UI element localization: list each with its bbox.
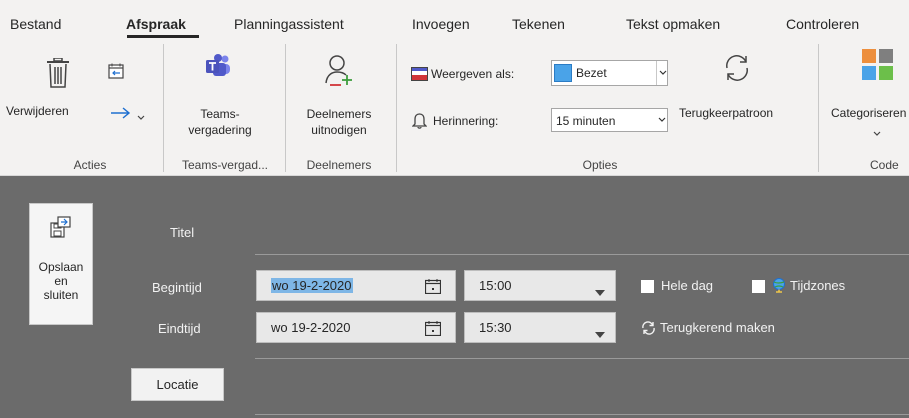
bell-icon [411, 112, 428, 132]
categorize-button[interactable]: Categoriseren [831, 106, 906, 120]
trash-icon[interactable] [46, 57, 70, 91]
group-label-acties: Acties [73, 158, 107, 172]
end-time-value: 15:30 [479, 320, 512, 335]
ribbon: Verwijderen Acties Teams- vergadering Te… [0, 40, 909, 176]
title-input[interactable] [255, 214, 909, 252]
chevron-down-icon[interactable] [137, 110, 145, 124]
recurrence-button[interactable]: Terugkeerpatroon [679, 106, 773, 120]
attendees-label-line1: Deelnemers [306, 107, 372, 121]
location-divider [255, 414, 909, 415]
group-separator [818, 44, 819, 172]
teams-icon[interactable] [205, 54, 231, 81]
timezones-label: Tijdzones [790, 278, 846, 293]
all-day-checkbox[interactable] [641, 280, 654, 293]
save-close-button[interactable]: Opslaan en sluiten [29, 203, 93, 325]
invite-attendees-button[interactable]: Deelnemers uitnodigen [290, 106, 388, 138]
start-time-value: 15:00 [479, 278, 512, 293]
group-label-opties: Opties [582, 158, 618, 172]
save-close-icon [50, 216, 72, 241]
chevron-down-icon[interactable] [873, 126, 881, 140]
start-date-field[interactable]: wo 19-2-2020 [256, 270, 456, 301]
dropdown-arrow-icon[interactable] [595, 326, 605, 341]
group-label-deelnemers: Deelnemers [306, 158, 372, 172]
calendar-forward-icon[interactable] [108, 63, 124, 82]
show-as-value: Bezet [576, 66, 607, 80]
save-close-label: Opslaan en sluiten [38, 260, 84, 302]
reminder-value: 15 minuten [556, 114, 616, 128]
show-as-label: Weergeven als: [431, 67, 515, 81]
ribbon-tab-bar: Bestand Afspraak Planningassistent Invoe… [0, 0, 909, 40]
end-date-field[interactable]: wo 19-2-2020 [256, 312, 456, 343]
dropdown-button[interactable] [656, 109, 668, 131]
categorize-icon[interactable] [862, 49, 894, 86]
tab-bestand[interactable]: Bestand [10, 16, 61, 32]
group-separator [163, 44, 164, 172]
show-as-icon [411, 67, 428, 84]
recurrence-icon[interactable] [720, 53, 754, 86]
location-input[interactable] [255, 368, 909, 404]
time-divider [255, 358, 909, 359]
reminder-label: Herinnering: [433, 114, 499, 128]
group-separator [285, 44, 286, 172]
tab-controleren[interactable]: Controleren [786, 16, 859, 32]
start-date-value: wo 19-2-2020 [271, 278, 353, 293]
title-divider [255, 254, 909, 255]
end-date-value: wo 19-2-2020 [271, 320, 351, 335]
tab-invoegen[interactable]: Invoegen [412, 16, 470, 32]
dropdown-button[interactable] [656, 61, 668, 85]
timezones-checkbox[interactable] [752, 280, 765, 293]
attendees-label-line2: uitnodigen [311, 123, 367, 137]
teams-label-line2: vergadering [188, 123, 252, 137]
delete-button[interactable]: Verwijderen [6, 104, 69, 118]
location-button[interactable]: Locatie [131, 368, 224, 401]
teams-meeting-button[interactable]: Teams- vergadering [170, 106, 270, 138]
group-separator [396, 44, 397, 172]
reminder-dropdown[interactable]: 15 minuten [551, 108, 668, 132]
start-label: Begintijd [152, 280, 202, 295]
add-person-icon[interactable] [324, 54, 354, 89]
appointment-form: Opslaan en sluiten Titel Begintijd wo 19… [0, 176, 909, 418]
tab-afspraak[interactable]: Afspraak [126, 16, 186, 32]
all-day-label: Hele dag [661, 278, 714, 293]
globe-icon [772, 278, 786, 297]
teams-label-line1: Teams- [200, 107, 240, 121]
forward-arrow-icon[interactable] [110, 106, 132, 123]
show-as-dropdown[interactable]: Bezet [551, 60, 668, 86]
start-time-field[interactable]: 15:00 [464, 270, 616, 301]
group-label-code: Code [870, 158, 899, 172]
end-time-field[interactable]: 15:30 [464, 312, 616, 343]
tab-tekst-opmaken[interactable]: Tekst opmaken [626, 16, 720, 32]
title-label: Titel [170, 225, 195, 240]
calendar-icon[interactable] [424, 279, 442, 297]
busy-swatch [554, 64, 572, 82]
calendar-icon[interactable] [424, 321, 442, 339]
tab-tekenen[interactable]: Tekenen [512, 16, 565, 32]
recurring-icon[interactable] [641, 321, 656, 338]
tab-planningassistent[interactable]: Planningassistent [234, 16, 344, 32]
dropdown-arrow-icon[interactable] [595, 284, 605, 299]
make-recurring-link[interactable]: Terugkerend maken [660, 320, 775, 335]
end-label: Eindtijd [158, 321, 201, 336]
group-label-teams: Teams-vergad... [181, 158, 269, 172]
active-tab-underline [127, 35, 199, 38]
